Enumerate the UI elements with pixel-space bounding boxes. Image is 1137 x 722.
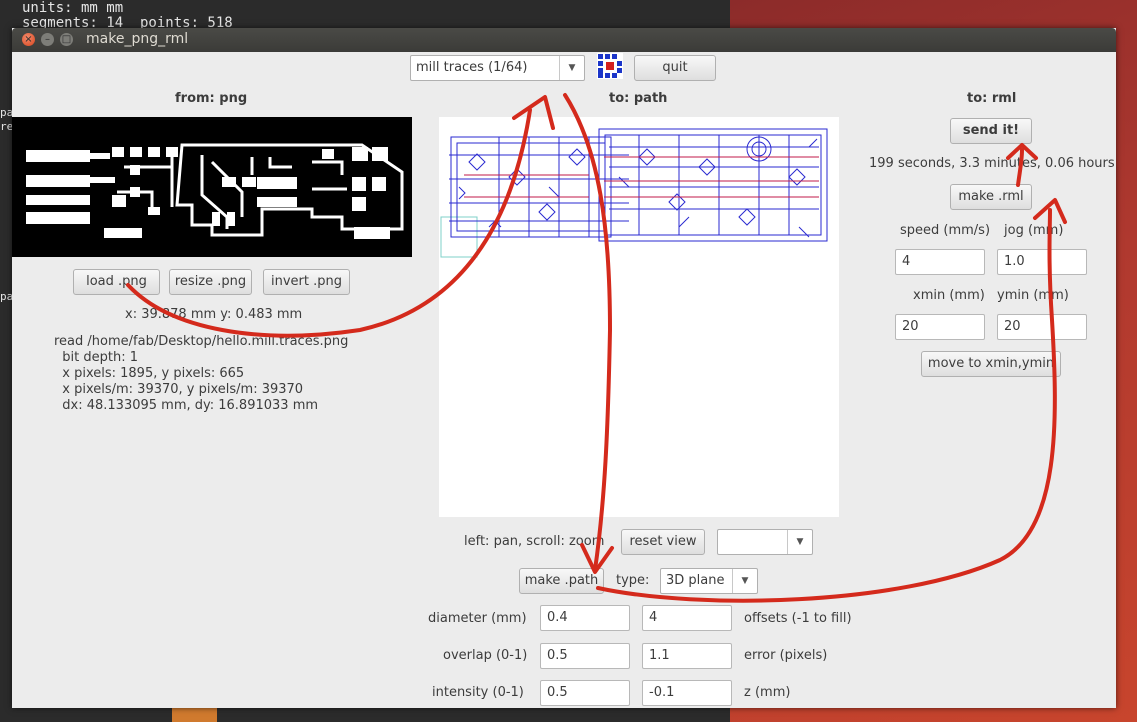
type-select[interactable]: 3D plane ▼ [660,568,758,594]
invert-png-button[interactable]: invert .png [263,269,350,295]
resize-png-button[interactable]: resize .png [169,269,252,295]
diameter-label: diameter (mm) [428,611,527,626]
close-button[interactable]: × [22,33,35,46]
z-input[interactable]: -0.1 [642,680,732,706]
cursor-coordinates: x: 39.878 mm y: 0.483 mm [125,307,303,322]
xmin-input[interactable]: 20 [895,314,985,340]
path-preview[interactable] [439,117,839,517]
error-input[interactable]: 1.1 [642,643,732,669]
overlap-label: overlap (0-1) [443,648,528,663]
error-label: error (pixels) [744,648,828,663]
jog-label: jog (mm) [1004,223,1064,238]
chevron-down-icon: ▼ [559,56,584,80]
intensity-label: intensity (0-1) [432,685,524,700]
png-info: read /home/fab/Desktop/hello.mill.traces… [54,334,349,413]
chevron-down-icon: ▼ [787,530,812,554]
title-bar[interactable]: × – □ make_png_rml [12,28,1116,52]
chevron-down-icon: ▼ [732,569,757,593]
move-to-origin-button[interactable]: move to xmin,ymin [921,351,1061,377]
send-it-button[interactable]: send it! [950,118,1032,144]
jog-input[interactable]: 1.0 [997,249,1087,275]
speed-label: speed (mm/s) [900,223,991,238]
view-select[interactable]: ▼ [717,529,813,555]
png-panel-header: from: png [175,91,248,106]
quit-button[interactable]: quit [634,55,716,81]
process-select[interactable]: mill traces (1/64) ▼ [410,55,585,81]
speed-input[interactable]: 4 [895,249,985,275]
fab-logo-icon [597,53,623,79]
type-select-value: 3D plane [666,573,725,588]
app-window: × – □ make_png_rml mill traces (1/64) ▼ … [12,28,1116,708]
window-title: make_png_rml [86,31,189,47]
dock-icon[interactable] [172,706,217,722]
xmin-label: xmin (mm) [913,288,985,303]
time-estimate: 199 seconds, 3.3 minutes, 0.06 hours [869,156,1115,171]
minimize-button[interactable]: – [41,33,54,46]
terminal-line: units: mm mm [22,0,124,16]
overlap-input[interactable]: 0.5 [540,643,630,669]
make-rml-button[interactable]: make .rml [950,184,1032,210]
ymin-input[interactable]: 20 [997,314,1087,340]
intensity-input[interactable]: 0.5 [540,680,630,706]
process-select-value: mill traces (1/64) [416,60,528,75]
load-png-button[interactable]: load .png [73,269,160,295]
path-panel-header: to: path [609,91,668,106]
offsets-input[interactable]: 4 [642,605,732,631]
png-preview[interactable] [12,117,412,257]
z-label: z (mm) [744,685,791,700]
view-hint: left: pan, scroll: zoom [464,534,605,549]
reset-view-button[interactable]: reset view [621,529,705,555]
offsets-label: offsets (-1 to fill) [744,611,852,626]
type-label: type: [616,573,650,588]
pcb-traces-image [26,143,404,239]
maximize-button[interactable]: □ [60,33,73,46]
diameter-input[interactable]: 0.4 [540,605,630,631]
toolpath-drawing [440,128,828,258]
rml-panel-header: to: rml [967,91,1017,106]
make-path-button[interactable]: make .path [519,568,604,594]
ymin-label: ymin (mm) [997,288,1069,303]
